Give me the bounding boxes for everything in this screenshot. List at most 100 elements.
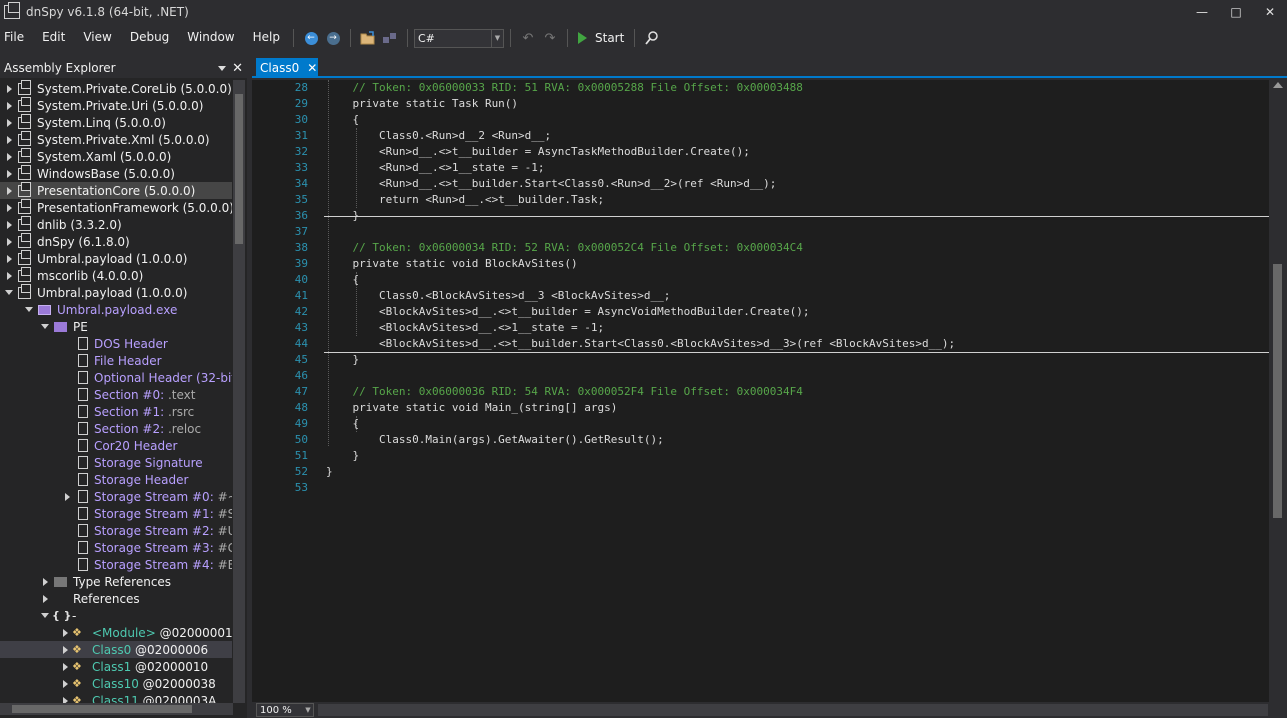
tree-item-system-private-xml[interactable]: System.Private.Xml (5.0.0.0) <box>0 130 232 148</box>
menu-help[interactable]: Help <box>249 30 288 44</box>
tree-item-module-exe[interactable]: Umbral.payload.exe <box>0 301 232 318</box>
expand-arrow-icon[interactable] <box>40 594 50 604</box>
collapse-arrow-icon[interactable] <box>24 305 34 315</box>
expand-arrow-icon[interactable] <box>60 645 70 655</box>
menu-edit[interactable]: Edit <box>38 30 73 44</box>
tree-item-presentationframework[interactable]: PresentationFramework (5.0.0.0) <box>0 198 232 216</box>
tree-item-type-references[interactable]: Type References <box>0 573 232 590</box>
tree-item-storage-stream-0[interactable]: Storage Stream #0: #~ <box>0 488 232 505</box>
tree-item-optional-header[interactable]: Optional Header (32-bit) <box>0 369 232 386</box>
tree-item-class0[interactable]: ❖ Class0 @02000006 <box>0 641 232 658</box>
tree-item-storage-header[interactable]: Storage Header <box>0 471 232 488</box>
code-line: 51 } <box>252 448 1269 464</box>
close-tab-icon[interactable]: ✕ <box>307 61 317 75</box>
open-list-button[interactable] <box>380 28 400 48</box>
collapse-arrow-icon[interactable] <box>4 288 14 298</box>
tree-item-storage-stream-2[interactable]: Storage Stream #2: #US <box>0 522 232 539</box>
redo-button[interactable]: ↷ <box>540 28 560 48</box>
tree-item-class11[interactable]: ❖ Class11 @0200003A <box>0 692 232 703</box>
expand-arrow-icon[interactable] <box>4 152 14 162</box>
toolbar-separator <box>634 29 636 47</box>
expand-arrow-icon[interactable] <box>40 577 50 587</box>
expand-arrow-icon[interactable] <box>4 271 14 281</box>
tab-class0[interactable]: Class0 ✕ <box>256 58 318 78</box>
navigate-back-button[interactable]: ← <box>301 28 321 48</box>
close-panel-icon[interactable]: ✕ <box>232 61 243 76</box>
collapse-arrow-icon[interactable] <box>40 611 50 621</box>
start-debugging-button[interactable]: Start <box>574 31 628 45</box>
menu-view[interactable]: View <box>79 30 119 44</box>
tree-item-section-1[interactable]: Section #1: .rsrc <box>0 403 232 420</box>
tree-item-mscorlib[interactable]: mscorlib (4.0.0.0) <box>0 266 232 284</box>
tree-item-umbral-payload[interactable]: Umbral.payload (1.0.0.0) <box>0 249 232 267</box>
zoom-dropdown[interactable]: 100 % ▼ <box>256 703 314 717</box>
tree-item-storage-stream-3[interactable]: Storage Stream #3: #GUID <box>0 539 232 556</box>
tree-item-system-xaml[interactable]: System.Xaml (5.0.0.0) <box>0 147 232 165</box>
tree-item-namespace[interactable]: { } - <box>0 607 232 624</box>
toolbar-separator <box>407 29 408 47</box>
tree-item-dos-header[interactable]: DOS Header <box>0 335 232 352</box>
expand-arrow-icon[interactable] <box>60 662 70 672</box>
tree-item-dnlib[interactable]: dnlib (3.3.2.0) <box>0 215 232 233</box>
minimize-button[interactable]: — <box>1185 0 1219 24</box>
expand-arrow-icon[interactable] <box>62 492 72 502</box>
tree-item-system-private-uri[interactable]: System.Private.Uri (5.0.0.0) <box>0 96 232 114</box>
expand-arrow-icon[interactable] <box>4 254 14 264</box>
language-dropdown[interactable]: C# ▼ <box>414 28 504 48</box>
tree-item-class1[interactable]: ❖ Class1 @02000010 <box>0 658 232 675</box>
expand-arrow-icon[interactable] <box>60 628 70 638</box>
tree-item-cor20-header[interactable]: Cor20 Header <box>0 437 232 454</box>
expand-arrow-icon[interactable] <box>4 118 14 128</box>
scroll-up-arrow-icon[interactable] <box>1273 82 1283 88</box>
navigate-forward-button[interactable]: → <box>323 28 343 48</box>
tree-item-system-linq[interactable]: System.Linq (5.0.0.0) <box>0 113 232 131</box>
tree-item-system-private-corelib[interactable]: System.Private.CoreLib (5.0.0.0) <box>0 80 232 97</box>
tree-item-section-2[interactable]: Section #2: .reloc <box>0 420 232 437</box>
scrollbar-thumb[interactable] <box>235 94 243 244</box>
tree-item-storage-stream-4[interactable]: Storage Stream #4: #Blob <box>0 556 232 573</box>
tree-item-section-0[interactable]: Section #0: .text <box>0 386 232 403</box>
tree-item-module-type[interactable]: ❖ <Module> @02000001 <box>0 624 232 641</box>
tree-item-file-header[interactable]: File Header <box>0 352 232 369</box>
menu-window[interactable]: Window <box>183 30 242 44</box>
expand-arrow-icon[interactable] <box>60 679 70 689</box>
code-line: 36 } <box>252 208 1269 224</box>
expand-arrow-icon[interactable] <box>4 203 14 213</box>
references-icon <box>54 593 67 605</box>
expand-arrow-icon[interactable] <box>4 186 14 196</box>
scrollbar-thumb[interactable] <box>12 705 192 713</box>
open-file-button[interactable] <box>358 28 378 48</box>
explorer-vertical-scrollbar[interactable] <box>233 80 245 703</box>
panel-menu-icon[interactable] <box>218 65 227 71</box>
tree-item-pe[interactable]: PE <box>0 318 232 335</box>
line-text: Class0.<BlockAvSites>d__3 <BlockAvSites>… <box>326 289 671 302</box>
expand-arrow-icon[interactable] <box>4 101 14 111</box>
expand-arrow-icon[interactable] <box>4 237 14 247</box>
close-window-button[interactable]: ✕ <box>1253 0 1287 24</box>
tree-item-dnspy[interactable]: dnSpy (6.1.8.0) <box>0 232 232 250</box>
tree-item-storage-stream-1[interactable]: Storage Stream #1: #Strings <box>0 505 232 522</box>
tree-item-references[interactable]: References <box>0 590 232 607</box>
tree-item-umbral-payload-expanded[interactable]: Umbral.payload (1.0.0.0) <box>0 283 232 301</box>
expand-arrow-icon[interactable] <box>4 220 14 230</box>
tree-item-windowsbase[interactable]: WindowsBase (5.0.0.0) <box>0 164 232 182</box>
collapse-arrow-icon[interactable] <box>40 322 50 332</box>
scrollbar-thumb[interactable] <box>1273 264 1282 518</box>
editor-vertical-scrollbar[interactable] <box>1269 80 1287 702</box>
editor-horizontal-scrollbar[interactable] <box>318 704 1268 716</box>
tree-item-storage-signature[interactable]: Storage Signature <box>0 454 232 471</box>
expand-arrow-icon[interactable] <box>4 169 14 179</box>
tree-item-presentationcore[interactable]: PresentationCore (5.0.0.0) <box>0 181 232 199</box>
tree-item-class10[interactable]: ❖ Class10 @02000038 <box>0 675 232 692</box>
code-editor[interactable]: 28 // Token: 0x06000033 RID: 51 RVA: 0x0… <box>252 80 1269 702</box>
menu-debug[interactable]: Debug <box>126 30 177 44</box>
search-button[interactable] <box>642 28 662 48</box>
maximize-button[interactable]: □ <box>1219 0 1253 24</box>
expand-arrow-icon[interactable] <box>4 84 14 94</box>
explorer-horizontal-scrollbar[interactable] <box>0 703 233 715</box>
menu-file[interactable]: File <box>0 30 32 44</box>
expand-arrow-icon[interactable] <box>4 135 14 145</box>
file-icon <box>78 405 88 418</box>
expand-arrow-icon[interactable] <box>60 696 70 703</box>
undo-button[interactable]: ↶ <box>518 28 538 48</box>
